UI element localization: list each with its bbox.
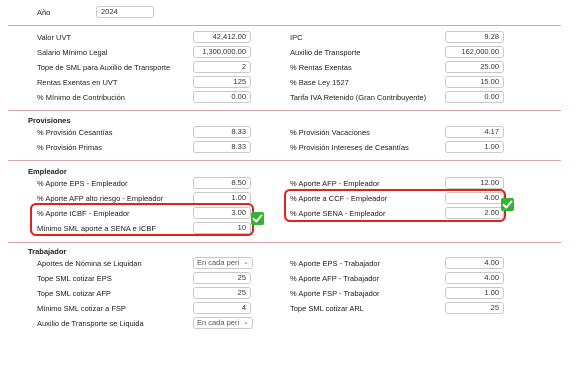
provision-primas-label: % Provisión Primas bbox=[37, 143, 103, 152]
tarifa-iva-input[interactable]: 0.00 bbox=[445, 91, 504, 103]
salario-minimo-label: Salario Mínimo Legal bbox=[37, 48, 108, 57]
aporte-eps-empleador-label: % Aporte EPS - Empleador bbox=[37, 179, 128, 188]
auxilio-transporte-liquida-select[interactable]: En cada peri ⌄ bbox=[193, 317, 253, 329]
provision-vacaciones-label: % Provisión Vacaciones bbox=[290, 128, 370, 137]
auxilio-transporte-label: Auxilio de Transporte bbox=[290, 48, 361, 57]
tope-sml-eps-input[interactable]: 25 bbox=[193, 272, 251, 284]
empleador-title: Empleador bbox=[28, 167, 67, 176]
base-ley-1527-label: % Base Ley 1527 bbox=[290, 78, 349, 87]
aporte-eps-trabajador-input[interactable]: 4.00 bbox=[445, 257, 504, 269]
highlight-box-right bbox=[284, 189, 506, 222]
aportes-nomina-liquidan-select[interactable]: En cada peri ⌄ bbox=[193, 257, 253, 269]
aportes-nomina-liquidan-value: En cada peri bbox=[197, 258, 240, 267]
highlight-box-left bbox=[30, 203, 254, 236]
tarifa-iva-label: Tarifa IVA Retenido (Gran Contribuyente) bbox=[290, 93, 427, 102]
chevron-down-icon: ⌄ bbox=[243, 259, 249, 266]
ipc-label: IPC bbox=[290, 33, 303, 42]
chevron-down-icon: ⌄ bbox=[243, 319, 249, 326]
aporte-fsp-trabajador-input[interactable]: 1.00 bbox=[445, 287, 504, 299]
check-icon bbox=[501, 198, 514, 211]
tope-sml-transporte-input[interactable]: 2 bbox=[193, 61, 251, 73]
tope-sml-eps-label: Tope SML cotizar EPS bbox=[37, 274, 112, 283]
aporte-eps-empleador-input[interactable]: 8.50 bbox=[193, 177, 251, 189]
minimo-sml-fsp-label: Mínimo SML cotizar a FSP bbox=[37, 304, 126, 313]
aporte-afp-empleador-label: % Aporte AFP - Empleador bbox=[290, 179, 380, 188]
separator bbox=[8, 110, 561, 111]
salario-minimo-input[interactable]: 1,300,000.00 bbox=[193, 46, 251, 58]
year-label: Año bbox=[37, 8, 51, 17]
tope-sml-afp-input[interactable]: 25 bbox=[193, 287, 251, 299]
provision-intereses-input[interactable]: 1.00 bbox=[445, 141, 504, 153]
tope-sml-transporte-label: Tope de SML para Auxilio de Transporte bbox=[37, 63, 171, 72]
ipc-input[interactable]: 9.28 bbox=[445, 31, 504, 43]
aporte-afp-empleador-input[interactable]: 12.00 bbox=[445, 177, 504, 189]
provision-intereses-label: % Provisión Intereses de Cesantías bbox=[290, 143, 409, 152]
aporte-afp-trabajador-label: % Aporte AFP - Trabajador bbox=[290, 274, 380, 283]
provision-cesantias-input[interactable]: 8.33 bbox=[193, 126, 251, 138]
year-input[interactable]: 2024 bbox=[96, 6, 154, 18]
auxilio-transporte-liquida-value: En cada peri bbox=[197, 318, 240, 327]
aporte-afp-trabajador-input[interactable]: 4.00 bbox=[445, 272, 504, 284]
separator bbox=[8, 242, 561, 243]
rentas-exentas-input[interactable]: 25.00 bbox=[445, 61, 504, 73]
separator bbox=[8, 25, 561, 26]
tope-sml-afp-label: Tope SML cotizar AFP bbox=[37, 289, 111, 298]
provisiones-title: Provisiones bbox=[28, 116, 71, 125]
auxilio-transporte-liquida-label: Auxilio de Transporte se Liquida bbox=[37, 319, 144, 328]
valor-uvt-input[interactable]: 42,412.00 bbox=[193, 31, 251, 43]
separator bbox=[8, 160, 561, 161]
auxilio-transporte-input[interactable]: 162,000.00 bbox=[445, 46, 504, 58]
provision-vacaciones-input[interactable]: 4.17 bbox=[445, 126, 504, 138]
check-icon bbox=[251, 212, 264, 225]
minimo-sml-fsp-input[interactable]: 4 bbox=[193, 302, 251, 314]
provision-primas-input[interactable]: 8.33 bbox=[193, 141, 251, 153]
tope-sml-arl-input[interactable]: 25 bbox=[445, 302, 504, 314]
trabajador-title: Trabajador bbox=[28, 247, 67, 256]
tope-sml-arl-label: Tope SML cotizar ARL bbox=[290, 304, 364, 313]
rentas-exentas-uvt-label: Rentas Exentas en UVT bbox=[37, 78, 118, 87]
rentas-exentas-uvt-input[interactable]: 125 bbox=[193, 76, 251, 88]
valor-uvt-label: Valor UVT bbox=[37, 33, 72, 42]
minimo-contribucion-label: % Mínimo de Contribución bbox=[37, 93, 125, 102]
minimo-contribucion-input[interactable]: 0.00 bbox=[193, 91, 251, 103]
base-ley-1527-input[interactable]: 15.00 bbox=[445, 76, 504, 88]
aporte-eps-trabajador-label: % Aporte EPS - Trabajador bbox=[290, 259, 381, 268]
provision-cesantias-label: % Provisión Cesantías bbox=[37, 128, 113, 137]
rentas-exentas-label: % Rentas Exentas bbox=[290, 63, 352, 72]
aportes-nomina-liquidan-label: Aportes de Nómina se Liquidan bbox=[37, 259, 142, 268]
aporte-fsp-trabajador-label: % Aporte FSP - Trabajador bbox=[290, 289, 380, 298]
